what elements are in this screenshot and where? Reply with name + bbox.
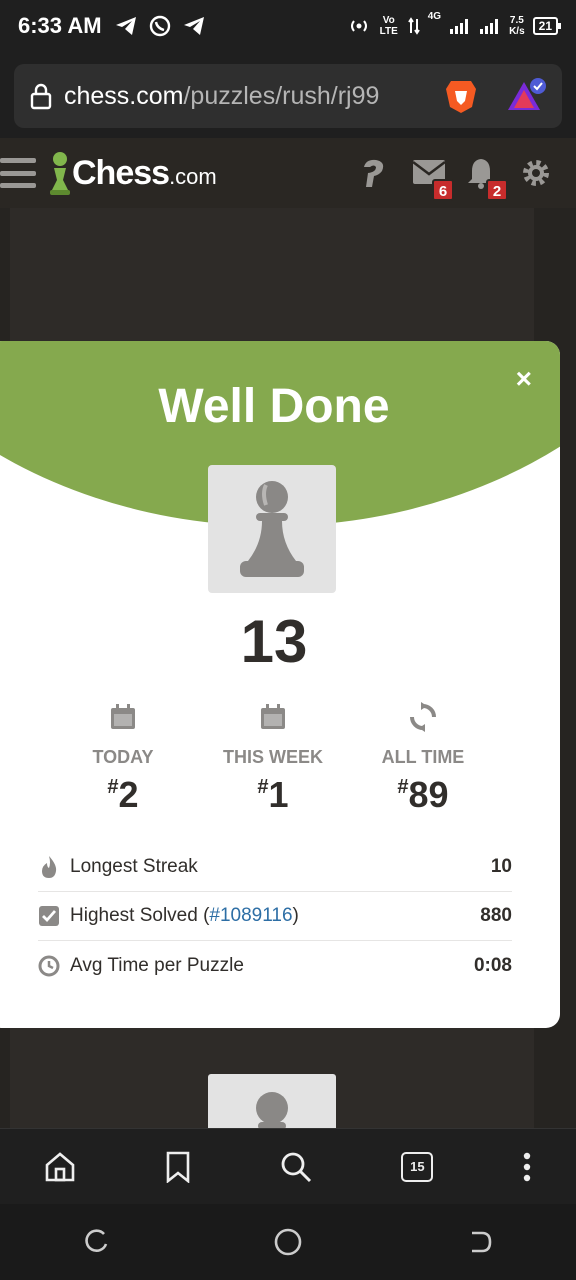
puzzle-link[interactable]: #1089116 xyxy=(209,905,292,926)
net-speed-unit: K/s xyxy=(509,26,525,37)
volte-label: Vo LTE xyxy=(379,15,398,37)
flame-icon xyxy=(42,856,57,878)
stats-list: Longest Streak 10 Highest Solved (#10891… xyxy=(38,843,512,990)
rank-hash: # xyxy=(107,776,119,798)
brave-shields-icon[interactable] xyxy=(444,77,478,115)
hamburger-menu-icon[interactable] xyxy=(0,158,36,188)
telegram-icon xyxy=(115,17,136,35)
stat-highest-solved: Highest Solved (#1089116) 880 xyxy=(38,892,512,941)
rank-today: TODAY #2 xyxy=(48,701,198,816)
chess-logo[interactable]: Chess.com xyxy=(48,150,217,196)
stat-avg-time: Avg Time per Puzzle 0:08 xyxy=(38,941,512,990)
url-path: /puzzles/rush/rj99 xyxy=(183,81,380,110)
pawn-icon xyxy=(256,1092,288,1128)
logo-suffix: .com xyxy=(169,163,217,189)
background-pawn-tile xyxy=(208,1074,336,1128)
network-gen-label: 4G xyxy=(427,11,442,22)
checkbox-icon xyxy=(39,906,59,926)
url-text[interactable]: chess.com/puzzles/rush/rj99 xyxy=(64,82,379,111)
recent-apps-icon[interactable] xyxy=(82,1228,110,1256)
rank-number: 1 xyxy=(268,774,289,815)
rank-hash: # xyxy=(257,776,269,798)
logo-main: Chess xyxy=(72,153,170,192)
rank-label: ALL TIME xyxy=(381,747,465,767)
back-icon[interactable] xyxy=(466,1228,494,1256)
gear-icon xyxy=(523,160,549,186)
bookmark-icon[interactable] xyxy=(165,1151,191,1183)
stat-label: Highest Solved (#1089116) xyxy=(70,905,299,927)
lock-icon[interactable] xyxy=(30,82,52,110)
address-bar[interactable]: chess.com/puzzles/rush/rj99 xyxy=(14,64,562,128)
puzzle-pawn-tile xyxy=(208,465,336,593)
rank-number: 2 xyxy=(118,774,139,815)
notifications-badge: 2 xyxy=(486,179,508,201)
stat-label-suffix: ) xyxy=(292,905,299,926)
home-icon[interactable] xyxy=(44,1151,76,1183)
url-domain: chess.com xyxy=(64,81,184,110)
net-speed-value: 7.5 xyxy=(509,15,524,26)
rank-value: #1 xyxy=(198,774,348,816)
notifications-button[interactable]: 2 xyxy=(466,157,508,201)
status-bar: 6:33 AM Vo LTE 4G 7.5 K/s 21 xyxy=(0,0,576,52)
status-time: 6:33 AM xyxy=(18,13,102,38)
modal-title: Well Done xyxy=(158,380,390,433)
calendar-icon xyxy=(111,704,135,729)
rank-number: 89 xyxy=(408,774,449,815)
rank-summary: TODAY #2 THIS WEEK #1 ALL TIME #89 xyxy=(48,701,498,816)
help-button[interactable] xyxy=(358,157,390,189)
search-icon[interactable] xyxy=(279,1150,313,1184)
signal-icon xyxy=(480,19,499,34)
rank-all-time: ALL TIME #89 xyxy=(348,701,498,816)
rewards-icon[interactable] xyxy=(506,78,546,114)
stat-value: 880 xyxy=(480,905,512,926)
notification-icons xyxy=(114,14,206,38)
telegram-icon xyxy=(183,17,204,35)
header-actions: 6 2 xyxy=(358,157,552,201)
stat-value: 10 xyxy=(490,856,512,877)
whatsapp-icon xyxy=(149,15,170,37)
rank-hash: # xyxy=(397,776,409,798)
rank-value: #89 xyxy=(348,774,498,816)
messages-button[interactable]: 6 xyxy=(412,157,454,201)
system-indicators: Vo LTE 4G 7.5 K/s 21 xyxy=(348,11,562,37)
browser-toolbar: chess.com/puzzles/rush/rj99 xyxy=(0,52,576,138)
pawn-logo-icon xyxy=(50,152,70,195)
browser-bottom-bar: 15 xyxy=(0,1128,576,1204)
net-speed: 7.5 K/s xyxy=(509,15,525,37)
more-options-icon[interactable] xyxy=(522,1152,532,1182)
stat-value: 0:08 xyxy=(473,954,512,976)
stat-label: Longest Streak xyxy=(70,856,198,877)
system-navigation-bar xyxy=(0,1204,576,1280)
rank-this-week: THIS WEEK #1 xyxy=(198,701,348,816)
rank-value: #2 xyxy=(48,774,198,816)
pawn-icon xyxy=(240,481,304,577)
messages-badge: 6 xyxy=(432,179,454,201)
stat-label-prefix: Highest Solved ( xyxy=(70,905,210,926)
calendar-icon xyxy=(261,704,285,729)
stat-longest-streak: Longest Streak 10 xyxy=(38,843,512,892)
clock-icon xyxy=(38,955,60,976)
help-icon xyxy=(364,159,384,187)
battery-indicator: 21 xyxy=(532,17,562,35)
hotspot-icon xyxy=(350,20,367,32)
logo-text: Chess.com xyxy=(72,154,217,193)
refresh-icon xyxy=(410,702,436,732)
data-arrows-icon xyxy=(407,17,420,35)
rank-label: TODAY xyxy=(92,747,154,767)
stat-label: Avg Time per Puzzle xyxy=(70,954,244,976)
results-modal: × Well Done 13 TODAY #2 THIS WEEK #1 ALL… xyxy=(0,341,560,1028)
site-header: Chess.com 6 2 xyxy=(0,138,576,208)
puzzle-score: 13 xyxy=(240,608,308,675)
rank-label: THIS WEEK xyxy=(222,747,323,767)
home-circle-icon[interactable] xyxy=(273,1227,303,1257)
signal-icon xyxy=(450,19,469,34)
tabs-button[interactable]: 15 xyxy=(401,1151,434,1182)
settings-button[interactable] xyxy=(520,157,552,189)
